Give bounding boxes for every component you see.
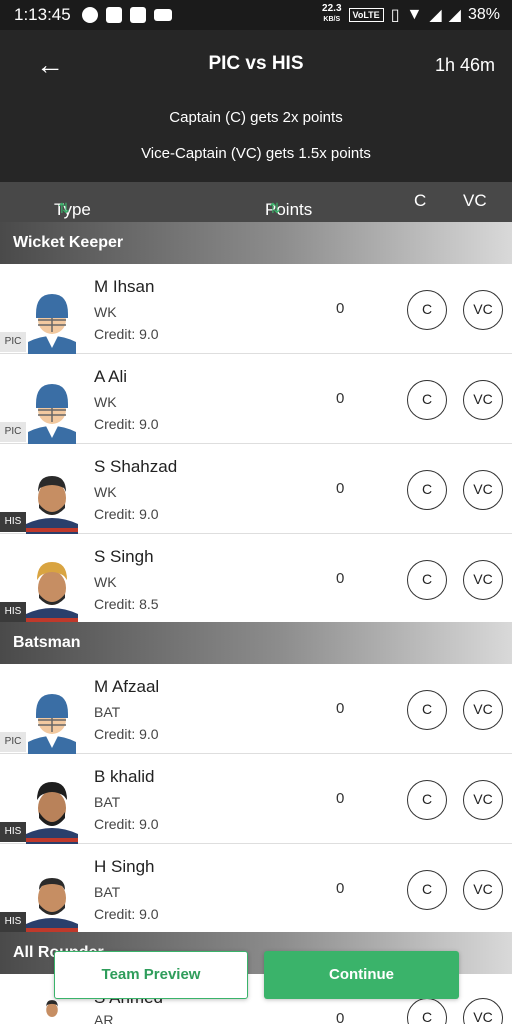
team-badge: HIS xyxy=(0,822,26,842)
vice-captain-button[interactable]: VC xyxy=(463,870,503,910)
laptop-icon xyxy=(154,9,172,21)
vice-captain-button[interactable]: VC xyxy=(463,998,503,1024)
volte-badge: VoLTE xyxy=(348,7,384,22)
status-time: 1:13:45 xyxy=(14,5,71,24)
player-credit: Credit: 9.0 xyxy=(94,906,159,922)
section-wicket-keeper: Wicket Keeper xyxy=(0,222,512,264)
net-speed: 22.3 KB/S xyxy=(322,4,341,25)
section-batsman: Batsman xyxy=(0,622,512,664)
captain-button[interactable]: C xyxy=(407,780,447,820)
player-avatar xyxy=(26,562,78,624)
notification-icons xyxy=(82,7,172,23)
team-badge: HIS xyxy=(0,602,26,622)
player-name: M Ihsan xyxy=(94,277,155,296)
player-avatar xyxy=(28,694,76,754)
player-credit: Credit: 9.0 xyxy=(94,726,159,742)
column-vc: VC xyxy=(463,191,487,210)
player-name: B khalid xyxy=(94,767,155,786)
column-c: C xyxy=(414,191,427,210)
player-avatar xyxy=(26,878,78,934)
player-avatar xyxy=(46,1000,58,1017)
team-badge: PIC xyxy=(0,732,26,752)
captain-rule-text: Captain (C) gets 2x points xyxy=(169,109,343,126)
wifi-icon: ▼ xyxy=(406,5,423,23)
match-timer: 1h 46m xyxy=(434,55,495,75)
sort-arrows-icon: ⇅ xyxy=(58,200,70,216)
net-speed-unit: KB/S xyxy=(323,16,341,23)
vice-captain-button[interactable]: VC xyxy=(463,380,503,420)
signal-icon: ◢ xyxy=(429,6,442,24)
player-points: 0 xyxy=(336,300,345,317)
player-role: WK xyxy=(94,574,117,590)
player-points: 0 xyxy=(336,480,345,497)
captain-button[interactable]: C xyxy=(407,870,447,910)
vibrate-icon: ▯ xyxy=(390,6,400,24)
player-role: WK xyxy=(94,304,117,320)
player-role: BAT xyxy=(94,704,121,720)
vice-captain-button[interactable]: VC xyxy=(463,780,503,820)
vice-captain-button[interactable]: VC xyxy=(463,560,503,600)
player-row[interactable]: HIS H Singh BAT Credit: 9.0 0 C VC xyxy=(0,844,512,934)
player-row[interactable]: PIC A Ali WK Credit: 9.0 0 C VC xyxy=(0,354,512,444)
column-header: Type ⇅ Points ⇅ C VC xyxy=(0,182,512,222)
player-row[interactable]: PIC M Afzaal BAT Credit: 9.0 0 C VC xyxy=(0,664,512,754)
player-row[interactable]: PIC M Ihsan WK Credit: 9.0 0 C VC xyxy=(0,264,512,354)
player-points: 0 xyxy=(336,880,345,897)
vice-captain-button[interactable]: VC xyxy=(463,690,503,730)
team-preview-button[interactable]: Team Preview xyxy=(54,951,248,999)
team-badge: HIS xyxy=(0,912,26,932)
player-name: A Ali xyxy=(94,367,128,386)
vice-captain-rule-text: Vice-Captain (VC) gets 1.5x points xyxy=(141,145,371,162)
player-avatar xyxy=(28,294,76,354)
player-points: 0 xyxy=(336,1010,345,1024)
captain-button[interactable]: C xyxy=(407,560,447,600)
player-row[interactable]: HIS B khalid BAT Credit: 9.0 0 C VC xyxy=(0,754,512,844)
captain-button[interactable]: C xyxy=(407,290,447,330)
player-points: 0 xyxy=(336,700,345,717)
match-header: ← PIC vs HIS 1h 46m Captain (C) gets 2x … xyxy=(0,30,512,182)
player-credit: Credit: 9.0 xyxy=(94,506,159,522)
battery-text: 38% xyxy=(467,5,500,23)
app-icon xyxy=(130,7,146,23)
player-role: AR xyxy=(94,1012,114,1024)
player-row[interactable]: HIS S Shahzad WK Credit: 9.0 0 C VC xyxy=(0,444,512,534)
player-points: 0 xyxy=(336,790,345,807)
player-row[interactable]: HIS S Singh WK Credit: 8.5 0 C VC xyxy=(0,534,512,624)
player-role: BAT xyxy=(94,794,121,810)
continue-button[interactable]: Continue xyxy=(264,951,459,999)
system-icons: 22.3 KB/S VoLTE ▯ ▼ ◢ ◢ 38% xyxy=(322,4,500,25)
player-credit: Credit: 9.0 xyxy=(94,326,159,342)
vice-captain-button[interactable]: VC xyxy=(463,290,503,330)
sort-arrows-icon: ⇅ xyxy=(269,200,281,216)
captain-button[interactable]: C xyxy=(407,470,447,510)
player-avatar xyxy=(26,782,78,844)
captain-button[interactable]: C xyxy=(407,380,447,420)
status-bar: 1:13:45 22.3 KB/S VoLTE ▯ ▼ ◢ ◢ 38% xyxy=(0,0,512,30)
player-points: 0 xyxy=(336,570,345,587)
player-name: S Shahzad xyxy=(94,457,178,476)
player-credit: Credit: 8.5 xyxy=(94,596,159,612)
player-avatar xyxy=(28,384,76,444)
player-role: WK xyxy=(94,394,117,410)
captain-button[interactable]: C xyxy=(407,998,447,1024)
player-credit: Credit: 9.0 xyxy=(94,416,159,432)
net-speed-value: 22.3 xyxy=(322,3,342,14)
team-badge: PIC xyxy=(0,422,26,442)
player-avatar xyxy=(26,476,78,534)
player-points: 0 xyxy=(336,390,345,407)
spotify-icon xyxy=(82,7,98,23)
player-name: H Singh xyxy=(94,857,155,876)
player-name: M Afzaal xyxy=(94,677,160,696)
player-role: BAT xyxy=(94,884,121,900)
team-badge: HIS xyxy=(0,512,26,532)
vice-captain-button[interactable]: VC xyxy=(463,470,503,510)
player-role: WK xyxy=(94,484,117,500)
signal-icon-2: ◢ xyxy=(448,6,461,24)
player-name: S Singh xyxy=(94,547,154,566)
team-badge: PIC xyxy=(0,332,26,352)
image-icon xyxy=(106,7,122,23)
captain-button[interactable]: C xyxy=(407,690,447,730)
player-credit: Credit: 9.0 xyxy=(94,816,159,832)
